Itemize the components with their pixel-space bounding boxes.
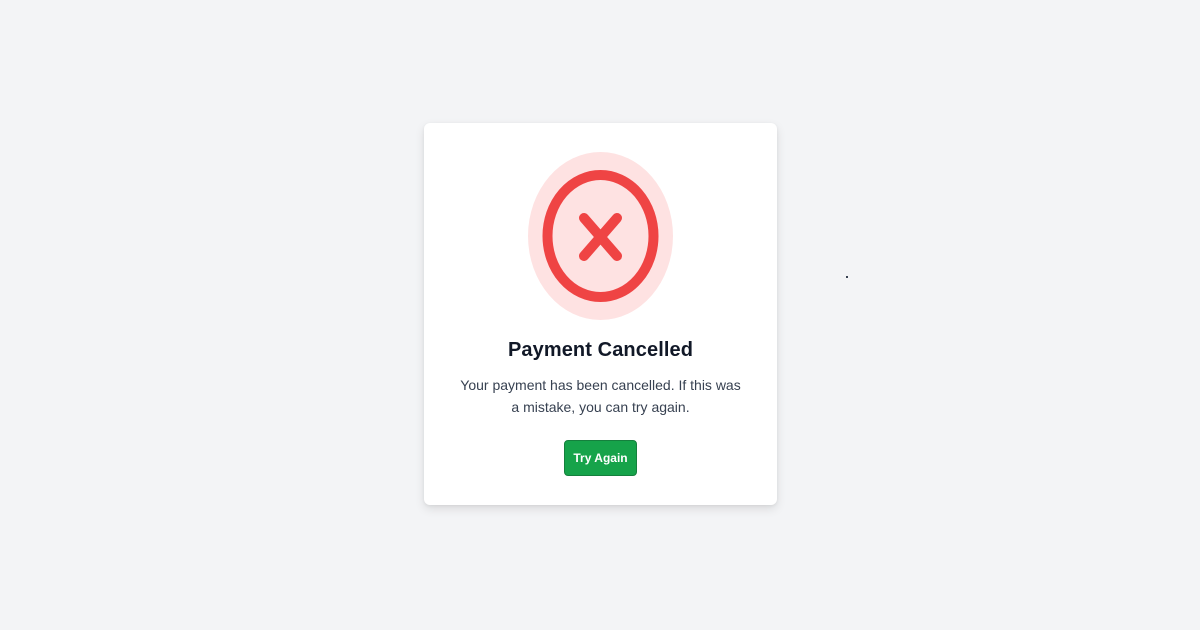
- try-again-button[interactable]: Try Again: [564, 440, 637, 476]
- status-card: Payment Cancelled Your payment has been …: [424, 123, 777, 505]
- stray-dot: [846, 276, 848, 278]
- x-circle-icon: [528, 152, 673, 320]
- status-message: Your payment has been cancelled. If this…: [460, 377, 741, 415]
- page-title: Payment Cancelled: [507, 339, 694, 361]
- payment-cancelled-page: Payment Cancelled Your payment has been …: [0, 0, 1200, 630]
